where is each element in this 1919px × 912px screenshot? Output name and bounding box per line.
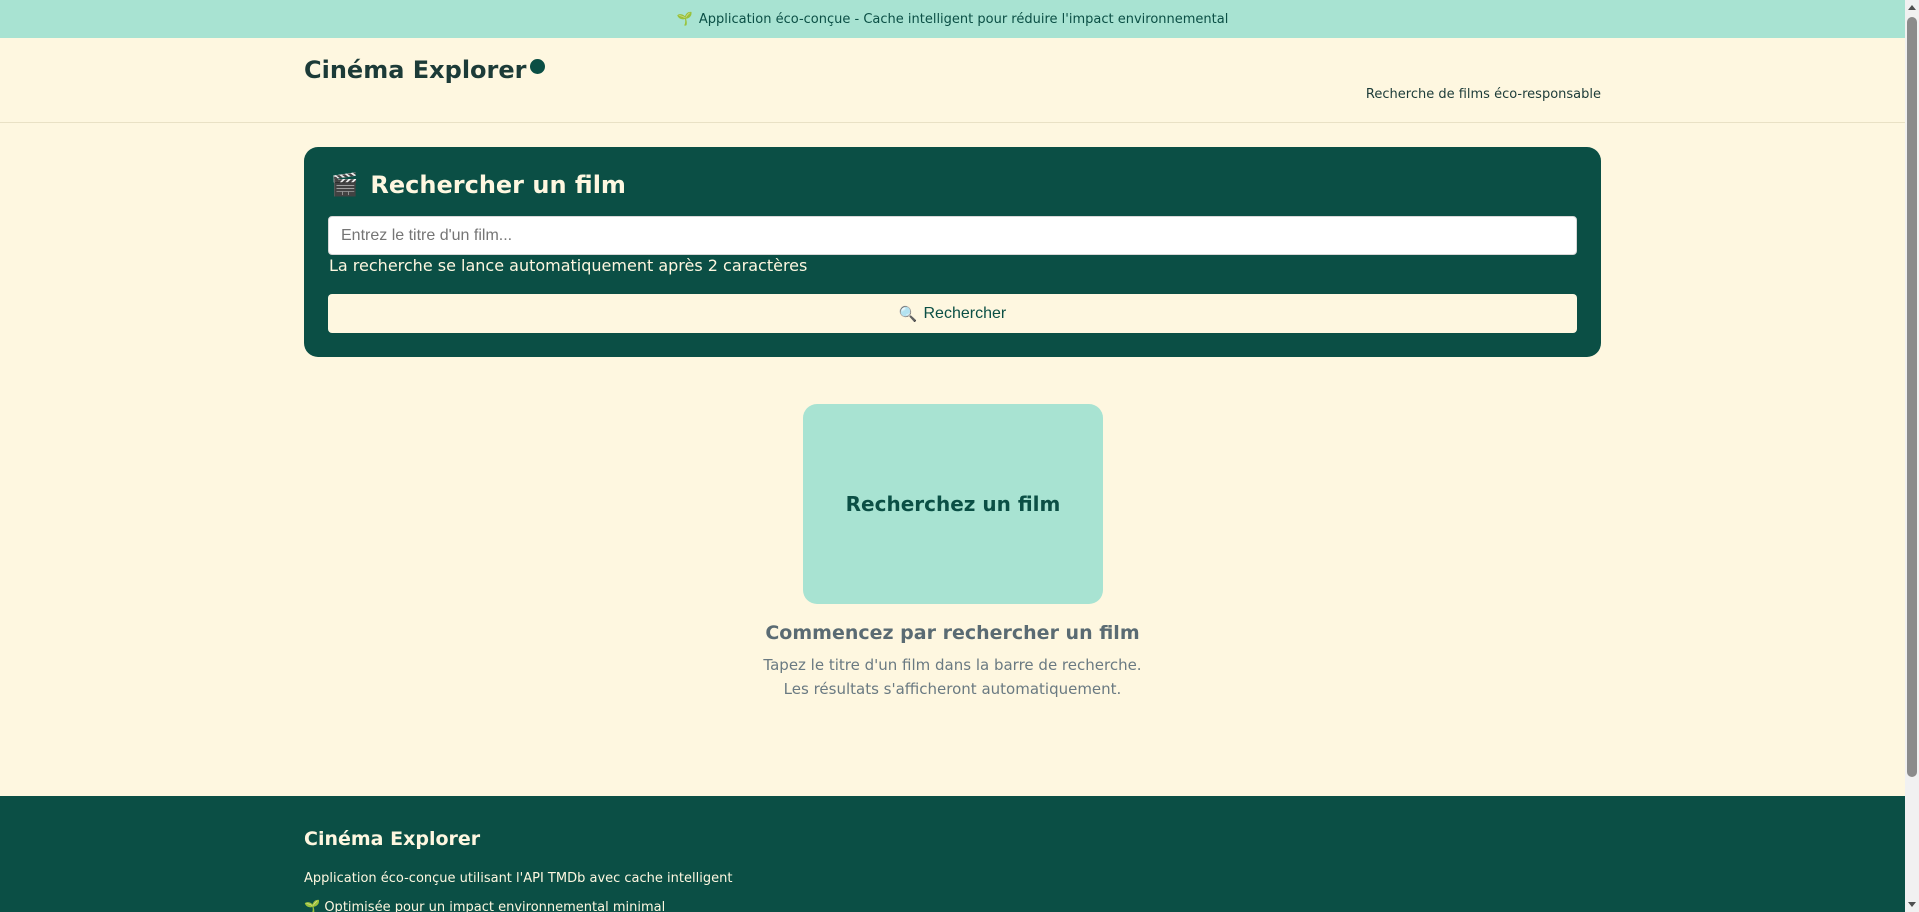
empty-state-tile-label: Recherchez un film (845, 492, 1061, 516)
page-scrollbar[interactable] (1905, 0, 1919, 912)
brand-name[interactable]: Cinéma Explorer (304, 56, 526, 84)
brand-logo[interactable]: Cinéma Explorer (304, 56, 546, 84)
empty-state-heading: Commencez par rechercher un film (765, 622, 1140, 644)
brand-dot-icon (530, 58, 546, 74)
empty-state-placeholder: Recherchez un film (803, 404, 1103, 604)
search-title-text: Rechercher un film (370, 171, 626, 199)
magnifier-icon: 🔍 (898, 305, 918, 323)
footer-description: Application éco-conçue utilisant l'API T… (304, 871, 733, 886)
scroll-up-arrow-icon[interactable] (1908, 5, 1916, 10)
sprout-icon: 🌱 (304, 900, 321, 912)
footer-note-text: Optimisée pour un impact environnemental… (324, 900, 666, 912)
search-title: 🎬 Rechercher un film (331, 171, 626, 199)
site-footer: Cinéma Explorer Application éco-conçue u… (0, 796, 1905, 912)
header-tagline: Recherche de films éco-responsable (1365, 87, 1601, 102)
search-input[interactable] (328, 216, 1577, 255)
scrollbar-thumb[interactable] (1907, 17, 1917, 777)
search-hint: La recherche se lance automatiquement ap… (329, 256, 808, 275)
search-button[interactable]: 🔍 Rechercher (328, 294, 1577, 333)
sprout-icon: 🌱 (676, 11, 693, 27)
eco-banner-text: Application éco-conçue - Cache intellige… (698, 11, 1229, 27)
clapperboard-icon: 🎬 (331, 172, 359, 198)
empty-state-line-2: Les résultats s'afficheront automatiquem… (783, 680, 1122, 698)
site-header: Cinéma Explorer Recherche de films éco-r… (0, 38, 1905, 123)
footer-note: 🌱 Optimisée pour un impact environnement… (304, 900, 665, 912)
eco-banner: 🌱 Application éco-conçue - Cache intelli… (0, 0, 1905, 38)
scroll-down-arrow-icon[interactable] (1908, 902, 1916, 907)
search-panel: 🎬 Rechercher un film La recherche se lan… (304, 147, 1601, 357)
footer-title: Cinéma Explorer (304, 828, 481, 850)
search-button-label: Rechercher (923, 304, 1007, 322)
empty-state-line-1: Tapez le titre d'un film dans la barre d… (763, 656, 1142, 674)
